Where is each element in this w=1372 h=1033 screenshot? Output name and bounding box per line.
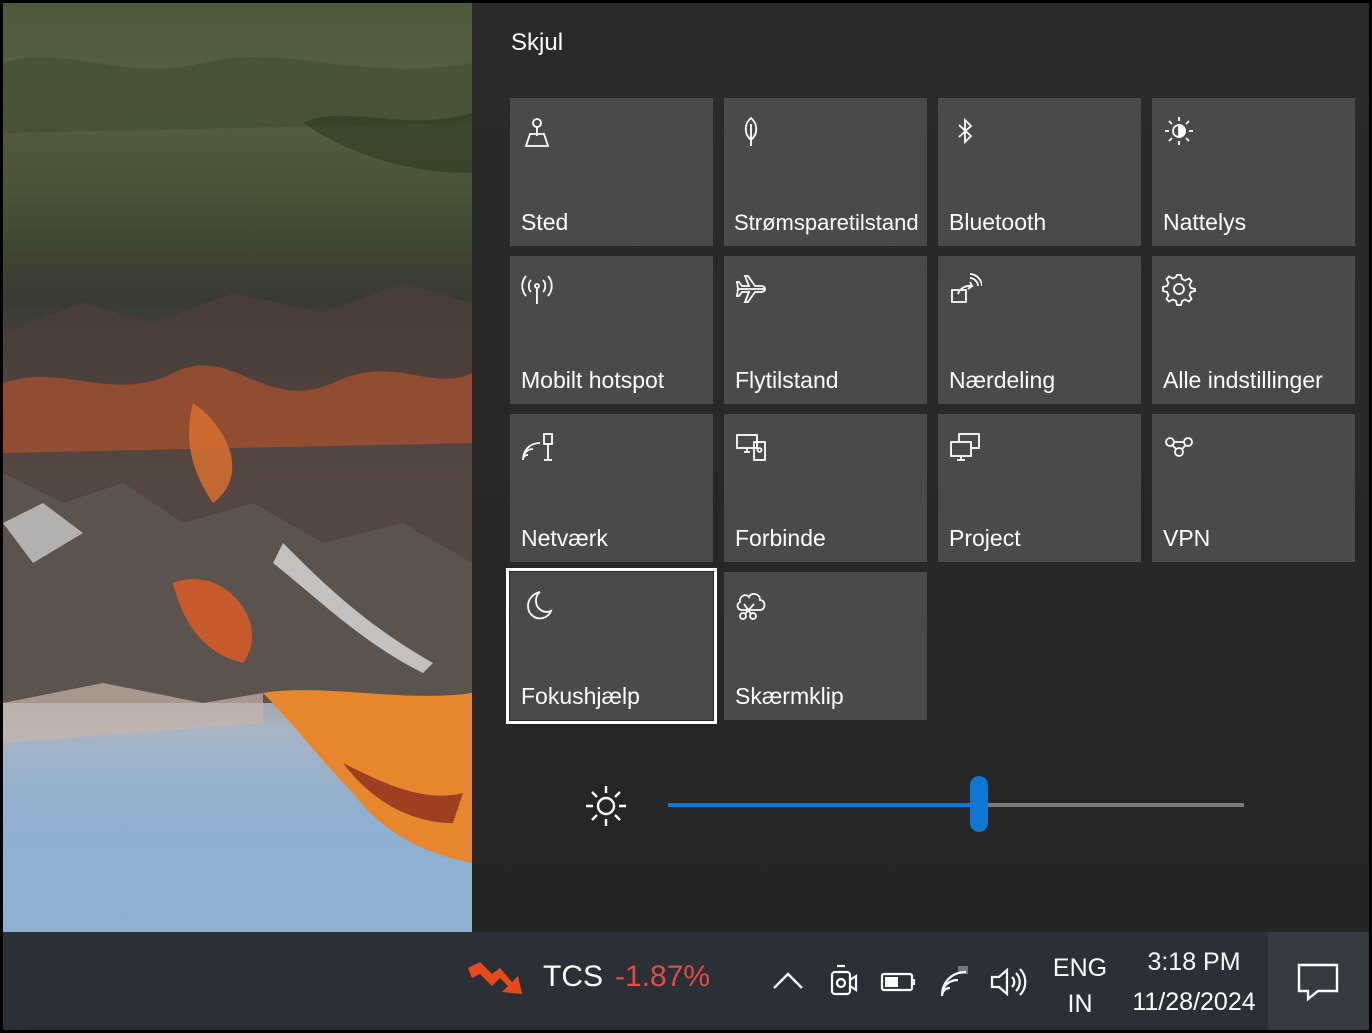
brightness-slider-fill: [668, 803, 980, 807]
connect-icon: [734, 430, 768, 464]
tile-bluetooth[interactable]: Bluetooth: [938, 98, 1141, 246]
network-icon: [520, 430, 554, 464]
tile-focus-assist[interactable]: Fokushjælp: [506, 568, 717, 724]
clock[interactable]: 3:18 PM 11/28/2024: [1125, 942, 1263, 1022]
tile-label: Nærdeling: [949, 367, 1056, 393]
snip-icon: [734, 588, 768, 622]
screen: Skjul Sted Strømsparetilstand Bluetooth …: [3, 3, 1369, 1030]
action-center-panel: Skjul Sted Strømsparetilstand Bluetooth …: [472, 3, 1369, 932]
language-code: ENG: [1052, 954, 1108, 982]
notification-icon: [1297, 963, 1339, 1002]
brightness-slider[interactable]: [668, 776, 1244, 832]
taskbar: TCS -1.87% ENG IN 3:18 PM 11/28/2024: [3, 932, 1369, 1030]
tile-label: Fokushjælp: [521, 683, 640, 709]
nearby-share-icon: [948, 272, 983, 306]
brightness-control: [582, 776, 1244, 838]
desktop-wallpaper: [3, 3, 472, 932]
wifi-icon[interactable]: [936, 962, 976, 1002]
language-region: IN: [1067, 990, 1093, 1018]
tile-battery-saver[interactable]: Strømsparetilstand: [724, 98, 927, 246]
language-indicator[interactable]: ENG IN: [1052, 950, 1108, 1022]
tile-vpn[interactable]: VPN: [1152, 414, 1355, 562]
tile-label: Project: [949, 525, 1021, 551]
meet-now-icon[interactable]: [823, 962, 863, 1002]
moon-icon: [520, 588, 554, 622]
tile-night-light[interactable]: Nattelys: [1152, 98, 1355, 246]
tile-nearby-sharing[interactable]: Nærdeling: [938, 256, 1141, 404]
tile-mobile-hotspot[interactable]: Mobilt hotspot: [510, 256, 713, 404]
night-light-icon: [1162, 114, 1196, 148]
tile-label: Netværk: [521, 525, 608, 551]
vpn-icon: [1162, 430, 1196, 464]
tile-label: Strømsparetilstand: [734, 210, 919, 235]
gear-icon: [1162, 272, 1196, 306]
project-icon: [948, 430, 982, 464]
stock-trend-icon[interactable]: [466, 958, 526, 998]
notifications-button[interactable]: [1268, 932, 1369, 1030]
volume-icon[interactable]: [988, 962, 1028, 1002]
brightness-slider-thumb[interactable]: [970, 776, 989, 832]
hotspot-icon: [520, 272, 554, 306]
stock-change[interactable]: -1.87%: [615, 960, 710, 994]
location-icon: [520, 114, 554, 148]
collapse-link[interactable]: Skjul: [511, 29, 563, 57]
battery-saver-icon: [734, 114, 768, 148]
tile-label: Sted: [521, 209, 569, 235]
tile-label: Nattelys: [1163, 209, 1247, 235]
bluetooth-icon: [948, 114, 982, 148]
tile-snip[interactable]: Skærmklip: [724, 572, 927, 720]
tile-all-settings[interactable]: Alle indstillinger: [1152, 256, 1355, 404]
clock-time: 3:18 PM: [1147, 948, 1241, 976]
brightness-icon: [582, 782, 630, 830]
tile-network[interactable]: Netværk: [510, 414, 713, 562]
tile-label: Flytilstand: [735, 367, 839, 393]
tile-project[interactable]: Project: [938, 414, 1141, 562]
tile-label: Bluetooth: [949, 209, 1047, 235]
stock-symbol[interactable]: TCS: [543, 960, 603, 994]
tile-airplane-mode[interactable]: Flytilstand: [724, 256, 927, 404]
clock-date: 11/28/2024: [1132, 988, 1256, 1016]
tile-location[interactable]: Sted: [510, 98, 713, 246]
tile-label: Mobilt hotspot: [521, 367, 665, 393]
tile-label: Skærmklip: [735, 683, 844, 709]
tile-label: VPN: [1163, 525, 1211, 551]
battery-icon[interactable]: [879, 962, 919, 1002]
tile-label: Alle indstillinger: [1163, 367, 1323, 393]
airplane-icon: [734, 272, 768, 306]
tile-label: Forbinde: [735, 525, 826, 551]
chevron-up-icon[interactable]: [768, 962, 808, 1002]
tile-connect[interactable]: Forbinde: [724, 414, 927, 562]
